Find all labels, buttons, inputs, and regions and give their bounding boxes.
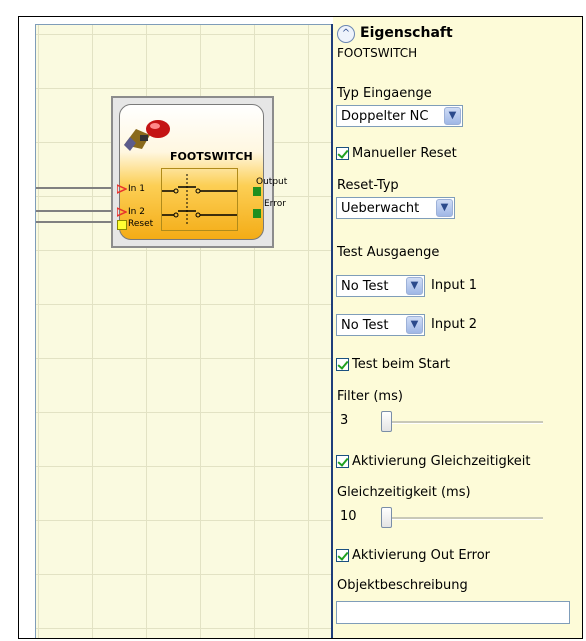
properties-panel: ^ Eigenschaft FOOTSWITCH Typ Eingaenge D… xyxy=(333,17,582,638)
wire-in-1 xyxy=(36,187,121,189)
gleichzeitigkeit-label: Gleichzeitigkeit (ms) xyxy=(337,485,471,500)
panel-title: Eigenschaft xyxy=(360,25,453,41)
aktivierung-out-error-label: Aktivierung Out Error xyxy=(352,548,491,563)
reset-pin-label: Reset xyxy=(128,219,154,229)
output-pin-label: Output xyxy=(256,177,288,187)
input-pin-2-label: In 2 xyxy=(128,207,145,217)
reset-pin-icon[interactable] xyxy=(117,220,127,230)
filter-slider-thumb[interactable] xyxy=(381,411,392,432)
checkbox-checked-icon xyxy=(336,147,349,160)
test-ausgaenge-value-1: No Test xyxy=(341,279,389,294)
gleichzeitigkeit-slider-track xyxy=(383,517,543,520)
chevron-down-icon[interactable]: ▼ xyxy=(444,107,461,125)
input-pin-1-label: In 1 xyxy=(128,184,145,194)
application-frame: FOOTSWITCH In 1 In 2 Reset Output Error … xyxy=(18,16,583,639)
input-pin-1-icon[interactable] xyxy=(117,184,127,194)
gleichzeitigkeit-slider-thumb[interactable] xyxy=(381,507,392,528)
wire-reset xyxy=(36,221,121,223)
objektbeschreibung-label: Objektbeschreibung xyxy=(337,578,468,593)
test-ausgaenge-select-2[interactable]: No Test ▼ xyxy=(336,314,425,336)
test-input-2-label: Input 2 xyxy=(431,317,478,332)
contacts-icon xyxy=(162,174,237,225)
filter-slider-track xyxy=(383,421,543,424)
reset-typ-select[interactable]: Ueberwacht ▼ xyxy=(336,197,455,219)
filter-value: 3 xyxy=(340,413,349,428)
typ-eingaenge-select[interactable]: Doppelter NC ▼ xyxy=(336,105,463,127)
contact-diagram xyxy=(161,168,238,231)
chevron-down-icon[interactable]: ▼ xyxy=(406,277,423,295)
checkbox-checked-icon xyxy=(336,549,349,562)
output-pin-icon[interactable] xyxy=(253,187,261,196)
objektbeschreibung-input[interactable] xyxy=(336,601,570,624)
chevron-down-icon[interactable]: ▼ xyxy=(406,316,423,334)
chevron-up-icon[interactable]: ^ xyxy=(337,25,355,43)
typ-eingaenge-label: Typ Eingaenge xyxy=(337,86,432,101)
error-pin-label: Error xyxy=(264,199,286,209)
logic-canvas[interactable]: FOOTSWITCH In 1 In 2 Reset Output Error xyxy=(35,24,332,638)
aktivierung-gleichzeitigkeit-label: Aktivierung Gleichzeitigkeit xyxy=(352,454,531,469)
filter-label: Filter (ms) xyxy=(337,389,403,404)
footswitch-block[interactable]: FOOTSWITCH In 1 In 2 Reset Output Error xyxy=(111,96,287,248)
test-input-1-label: Input 1 xyxy=(431,278,478,293)
error-pin-icon[interactable] xyxy=(253,209,261,218)
test-ausgaenge-value-2: No Test xyxy=(341,318,389,333)
reset-typ-label: Reset-Typ xyxy=(337,178,399,193)
reset-typ-value: Ueberwacht xyxy=(341,201,420,216)
checkbox-checked-icon xyxy=(336,455,349,468)
checkbox-checked-icon xyxy=(336,358,349,371)
footswitch-icon xyxy=(124,120,170,151)
chevron-down-icon[interactable]: ▼ xyxy=(436,199,453,217)
test-beim-start-label: Test beim Start xyxy=(352,357,451,372)
input-pin-2-icon[interactable] xyxy=(117,207,127,217)
typ-eingaenge-value: Doppelter NC xyxy=(341,109,429,124)
object-name: FOOTSWITCH xyxy=(337,46,418,60)
gleichzeitigkeit-value: 10 xyxy=(340,509,357,524)
test-ausgaenge-select-1[interactable]: No Test ▼ xyxy=(336,275,425,297)
manueller-reset-label: Manueller Reset xyxy=(352,146,457,161)
block-title: FOOTSWITCH xyxy=(170,150,253,163)
wire-in-2 xyxy=(36,210,121,212)
test-ausgaenge-label: Test Ausgaenge xyxy=(337,245,440,260)
